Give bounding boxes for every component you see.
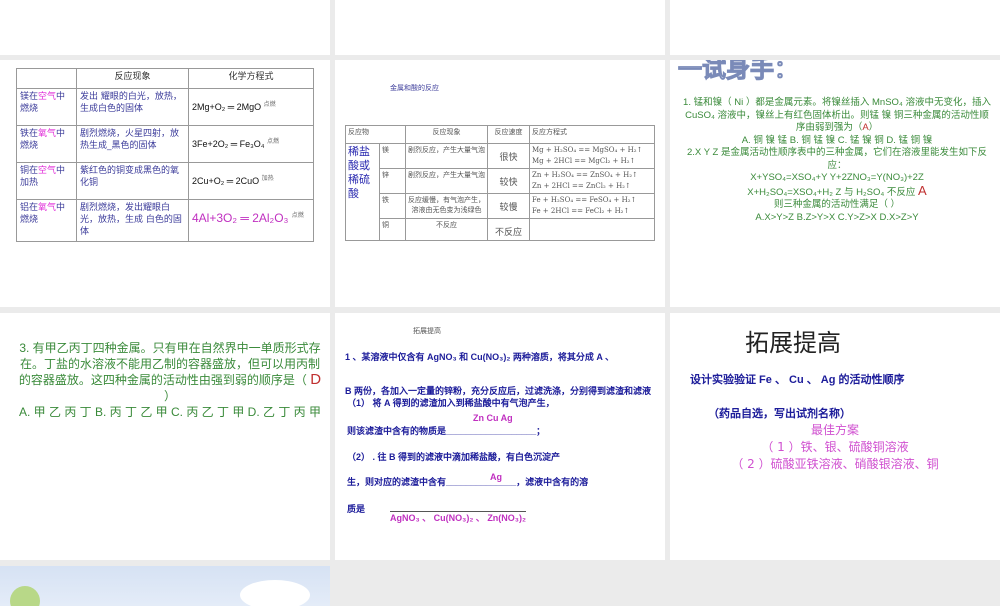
answer-1: Zn Cu Ag (473, 413, 513, 423)
speed-cell: 很快 (486, 143, 530, 169)
slide-thumbnail[interactable] (335, 0, 665, 55)
header-cell: 反应现象 (404, 125, 488, 144)
header-cell: 反应物 (345, 125, 406, 144)
tree-image (10, 586, 40, 606)
subject-cell: 镁在空气中燃烧 (16, 88, 77, 126)
slide-exercise[interactable]: 一试身手： 1. 锰和镍（ Ni ）都是金属元素。将镍丝插入 MnSO₄ 溶液中… (670, 60, 1000, 307)
question-2: 2.X Y Z 是金属活动性顺序表中的三种金属，它们在溶液里能发生如下反应： (687, 147, 987, 171)
table-row: 铁 反应缓慢，有气泡产生，溶液由无色变为浅绿色 较慢 Fe + H₂SO₄ ==… (346, 193, 656, 219)
table-row: 镁在空气中燃烧 发出 耀眼的白光，放热，生成白色的固体 2Mg+O₂ ═ 2Mg… (16, 88, 314, 126)
metal-cell: 镁 (379, 143, 406, 169)
table-row: 锌 剧烈反应，产生大量气泡 较快 Zn + H₂SO₄ == ZnSO₄ + H… (346, 168, 656, 194)
phenomenon-cell: 发出 耀眼的白光，放热，生成白色的固体 (76, 88, 189, 126)
phenomenon-cell: 剧烈反应，产生大量气泡 (404, 168, 488, 194)
slide-metal-acid[interactable]: 金属和酸的反应 反应物 反应现象 反应速度 反应方程式 稀盐酸或稀硫酸镁 剧烈反应，产… (335, 60, 665, 307)
slide-title: 一试身手： (678, 60, 799, 83)
speed-cell: 不反应 (486, 218, 530, 241)
phenomenon-cell: 剧烈燃烧，发出耀眼白光，放热，生成 白色的固体 (76, 199, 189, 242)
phenomenon-cell: 反应缓慢，有气泡产生，溶液由无色变为浅绿色 (404, 193, 488, 219)
phenomenon-cell: 不反应 (404, 218, 488, 241)
text-line: （1） 将 A 得到的滤渣加入到稀盐酸中有气泡产生， (347, 398, 555, 408)
slide-title: 拓展提高 (413, 328, 441, 335)
slide-thumbnail[interactable] (0, 0, 330, 55)
table-row: 稀盐酸或稀硫酸镁 剧烈反应，产生大量气泡 很快 Mg + H₂SO₄ == Mg… (345, 143, 656, 241)
equation-cell: 3Fe+2O₂ ═ Fe₃O₄ 点燃 (188, 125, 314, 163)
speed-cell: 较慢 (486, 193, 530, 219)
text-line: 质是 (347, 504, 366, 514)
equation-cell: Zn + H₂SO₄ == ZnSO₄ + H₂↑ Zn + 2HCl == Zn… (528, 168, 656, 194)
question-1: 1. 锰和镍（ Ni ）都是金属元素。将镍丝插入 MnSO₄ 溶液中无变化，插入… (683, 97, 991, 133)
text-line: 生，则对应的滤渣中含有______________，滤液中含有的溶 (347, 477, 589, 487)
header-cell: 反应现象 (76, 68, 189, 89)
header-cell: 反应速度 (486, 125, 530, 144)
equation-cell (528, 218, 656, 241)
subject-cell: 铁在氧气中燃烧 (16, 125, 77, 163)
slide-design-experiment[interactable]: 拓展提高 设计实验验证 Fe 、 Cu 、 Ag 的活动性顺序 （药品自选，写出… (670, 313, 1000, 560)
question-3-options: A. 甲 乙 丙 丁 B. 丙 丁 乙 甲 C. 丙 乙 丁 甲 D. 乙 丁 … (18, 405, 322, 419)
table-row: 铁在氧气中燃烧 剧烈燃烧，火星四射，放热生成_黑色的固体 3Fe+2O₂ ═ F… (16, 125, 314, 163)
slide-title: 金属和酸的反应 (390, 84, 439, 92)
text-line: （药品自选，写出试剂名称） (708, 408, 851, 420)
phenomenon-cell: 剧烈燃烧，火星四射，放热生成_黑色的固体 (76, 125, 189, 163)
question-1-options: A. 铜 镍 锰 B. 铜 锰 镍 C. 锰 镍 铜 D. 锰 铜 镍 (741, 134, 933, 146)
acid-table: 反应物 反应现象 反应速度 反应方程式 稀盐酸或稀硫酸镁 剧烈反应，产生大量气泡 很快… (345, 125, 656, 241)
equation-cell: 2Cu+O₂ ═ 2CuO 加热 (188, 162, 314, 200)
slide-extension[interactable]: 拓展提高 1 、某溶液中仅含有 AgNO₃ 和 Cu(NO₃)₂ 两种溶质，将其… (335, 313, 665, 560)
header-cell: 反应方程式 (528, 125, 656, 144)
reactant-cell: 稀盐酸或稀硫酸 (345, 143, 380, 241)
phenomenon-cell: 紫红色的铜变成黑色的氧化铜 (76, 162, 189, 200)
metal-cell: 锌 (379, 168, 406, 194)
slide-thumbnail[interactable] (670, 0, 1000, 55)
combustion-table: 反应现象 化学方程式 镁在空气中燃烧 发出 耀眼的白光，放热，生成白色的固体 2M… (16, 68, 314, 242)
equation-cell: Fe + H₂SO₄ == FeSO₄ + H₂↑ Fe + 2HCl == Fe… (528, 193, 656, 219)
header-cell: 化学方程式 (188, 68, 314, 89)
text-line: 1 、某溶液中仅含有 AgNO₃ 和 Cu(NO₃)₂ 两种溶质，将其分成 A … (345, 352, 614, 362)
answer-2: Ag (490, 472, 502, 482)
phenomenon-cell: 剧烈反应，产生大量气泡 (404, 143, 488, 169)
metal-cell: 铜 (379, 218, 406, 241)
speed-cell: 较快 (486, 168, 530, 194)
plan-1: （ 1 ）铁、银、硫酸铜溶液 (761, 440, 909, 454)
question-3: 3. 有甲乙丙丁四种金属。只有甲在自然界中一单质形式存在。丁盐的水溶液不能用乙制… (18, 341, 322, 403)
text-line: 设计实验验证 Fe 、 Cu 、 Ag 的活动性顺序 (690, 374, 905, 386)
metal-cell: 铁 (379, 193, 406, 219)
header-cell (16, 68, 77, 89)
equation-cell: 2Mg+O₂ ═ 2MgO 点燃 (188, 88, 314, 126)
slide-combustion-table[interactable]: 反应现象 化学方程式 镁在空气中燃烧 发出 耀眼的白光，放热，生成白色的固体 2M… (0, 60, 330, 307)
equation-cell: Mg + H₂SO₄ == MgSO₄ + H₂↑ Mg + 2HCl == Mg… (528, 143, 656, 169)
plan-2: （ 2 ）硫酸亚铁溶液、硝酸银溶液、铜 (731, 457, 939, 471)
subject-cell: 铝在氧气中燃烧 (16, 199, 77, 242)
text-line: B 两份，各加入一定量的锌粉，充分反应后，过滤洗涤，分别得到滤渣和滤液 (345, 386, 652, 396)
question-2-ask: 则三种金属的活动性满足（ ） (773, 199, 901, 210)
question-2-options: A.X>Y>Z B.Z>Y>X C.Y>Z>X D.X>Z>Y (755, 211, 919, 223)
equation-line: X+H₂SO₄=XSO₄+H₂ Z 与 H₂SO₄ 不反应 A (747, 182, 927, 198)
table-row: 铜 不反应 不反应 (346, 218, 656, 241)
slide-thumbnail-sky[interactable] (0, 566, 330, 606)
equation-line: X+YSO₄=XSO₄+Y Y+2ZNO₃=Y(NO₃)+2Z (750, 172, 924, 183)
best-plan-label: 最佳方案 (810, 423, 859, 437)
text-line: （2） . 往 B 得到的滤液中滴加稀盐酸，有白色沉淀产 (347, 452, 561, 462)
slide-question-3[interactable]: 3. 有甲乙丙丁四种金属。只有甲在自然界中一单质形式存在。丁盐的水溶液不能用乙制… (0, 313, 330, 560)
equation-cell: 4Al+3O₂ ═ 2Al₂O₃ 点燃 (188, 199, 314, 242)
slide-title: 拓展提高 (745, 329, 841, 357)
cloud-image (240, 580, 310, 606)
answer-3: AgNO₃ 、 Cu(NO₃)₂ 、 Zn(NO₃)₂ (390, 511, 526, 523)
table-row: 铜在空气中加热 紫红色的铜变成黑色的氧化铜 2Cu+O₂ ═ 2CuO 加热 (16, 162, 314, 200)
subject-cell: 铜在空气中加热 (16, 162, 77, 200)
table-row: 铝在氧气中燃烧 剧烈燃烧，发出耀眼白光，放热，生成 白色的固体 4Al+3O₂ … (16, 199, 314, 242)
text-line: 则该滤渣中含有的物质是__________________； (347, 426, 546, 436)
